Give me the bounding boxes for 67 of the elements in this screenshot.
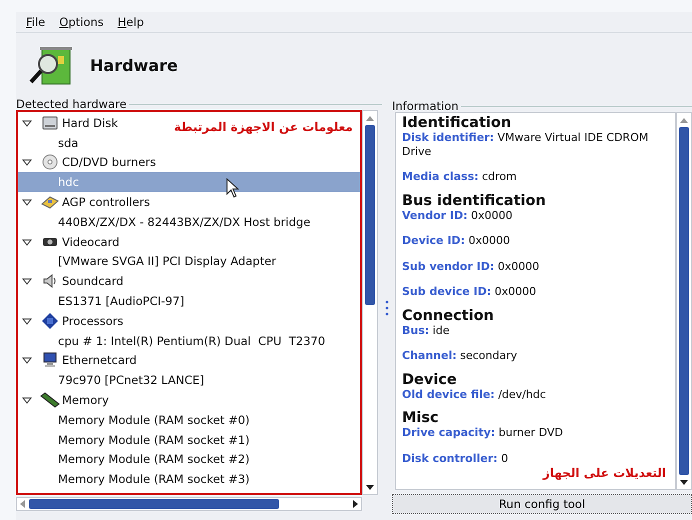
category-label[interactable]: Soundcard xyxy=(62,274,124,288)
category-label[interactable]: Memory xyxy=(62,393,109,408)
menu-item[interactable]: Options xyxy=(59,15,104,29)
expander-down-icon[interactable] xyxy=(22,395,32,406)
tree-row[interactable]: Memory Module (RAM socket #0) xyxy=(18,410,360,430)
scroll-down-arrow-icon[interactable] xyxy=(680,480,688,484)
info-field: Device ID: 0x0000 xyxy=(402,234,651,248)
speaker-icon xyxy=(42,273,58,290)
expander-down-icon[interactable] xyxy=(22,118,32,128)
info-field: Sub device ID: 0x0000 xyxy=(402,285,651,298)
expander-down-icon[interactable] xyxy=(22,197,32,208)
section-heading: Connection xyxy=(402,308,495,324)
vertical-scrollbar[interactable] xyxy=(676,112,692,490)
scroll-up-arrow-icon[interactable] xyxy=(680,118,688,122)
chip-card-icon xyxy=(41,195,59,210)
hardware-magnifier-icon xyxy=(28,46,74,86)
expander-down-icon[interactable] xyxy=(22,316,32,326)
panel-legend: Detected hardware xyxy=(16,98,127,110)
expander-down-icon[interactable] xyxy=(22,276,32,286)
section-heading: Device xyxy=(402,372,458,388)
info-field: Old device file: /dev/hdc xyxy=(402,388,651,401)
info-field: Vendor ID: 0x0000 xyxy=(402,208,651,222)
monitor-icon xyxy=(42,352,58,368)
vertical-scrollbar[interactable] xyxy=(362,110,378,495)
tree-row[interactable]: 79c970 [PCnet32 LANCE] xyxy=(18,370,360,390)
tree-row[interactable]: Memory Module (RAM socket #1) xyxy=(18,430,360,450)
expander-down-icon[interactable] xyxy=(22,236,32,247)
info-field: Sub vendor ID: 0x0000 xyxy=(402,260,651,273)
section-heading: Bus identification xyxy=(402,192,547,208)
menu-item[interactable]: File xyxy=(26,15,46,29)
processor-icon xyxy=(42,312,58,329)
section-heading: Identification xyxy=(402,115,512,131)
info-field: Media class: cdrom xyxy=(402,170,651,184)
info-field: Bus: ide xyxy=(402,324,651,337)
info-field: Disk identifier: VMware Virtual IDE CDROM Drive xyxy=(402,131,651,158)
expander-down-icon[interactable] xyxy=(22,157,32,168)
memory-module-icon xyxy=(40,392,60,408)
tree-row[interactable]: 440BX/ZX/DX - 82443BX/ZX/DX Host bridge xyxy=(18,212,360,232)
tree-row[interactable]: sda xyxy=(18,132,360,153)
run-config-tool-button[interactable]: Run config tool xyxy=(392,494,692,514)
scroll-down-arrow-icon[interactable] xyxy=(366,484,374,490)
panel-legend: Information xyxy=(392,100,459,112)
annotation-text: التعديلات على الجهاز xyxy=(542,466,666,480)
info-field: Disk controller: 0 xyxy=(402,452,651,465)
tree-row[interactable]: Memory Module (RAM socket #3) xyxy=(18,469,360,490)
disc-icon xyxy=(42,154,58,170)
category-label[interactable]: AGP controllers xyxy=(62,195,150,210)
category-label[interactable]: Videocard xyxy=(62,234,120,249)
annotation-text: معلومات عن الاجهزة المرتبطة xyxy=(174,120,353,134)
category-label[interactable]: Hard Disk xyxy=(62,116,118,130)
expander-down-icon[interactable] xyxy=(22,355,32,366)
info-field: Channel: secondary xyxy=(402,349,651,362)
scroll-up-arrow-icon[interactable] xyxy=(366,116,374,120)
mouse-pointer-icon xyxy=(226,178,240,198)
horizontal-scrollbar[interactable] xyxy=(16,497,362,511)
tree-row[interactable]: Memory Module (RAM socket #2) xyxy=(18,450,360,470)
tree-row[interactable]: cpu # 1: Intel(R) Pentium(R) Dual CPU T2370 xyxy=(18,330,360,351)
splitter-handle-icon[interactable] xyxy=(385,298,389,318)
category-label[interactable]: CD/DVD burners xyxy=(62,155,156,170)
tree-row[interactable]: ES1371 [AudioPCI-97] xyxy=(18,291,360,311)
info-field: Drive capacity: burner DVD xyxy=(402,426,651,440)
tree-row[interactable]: [VMware SVGA II] PCI Display Adapter xyxy=(18,252,360,272)
page-title: Hardware xyxy=(90,56,178,75)
section-heading: Misc xyxy=(402,410,440,426)
menu-item[interactable]: Help xyxy=(118,15,144,29)
category-label[interactable]: Ethernetcard xyxy=(62,353,137,368)
category-label[interactable]: Processors xyxy=(62,314,124,328)
